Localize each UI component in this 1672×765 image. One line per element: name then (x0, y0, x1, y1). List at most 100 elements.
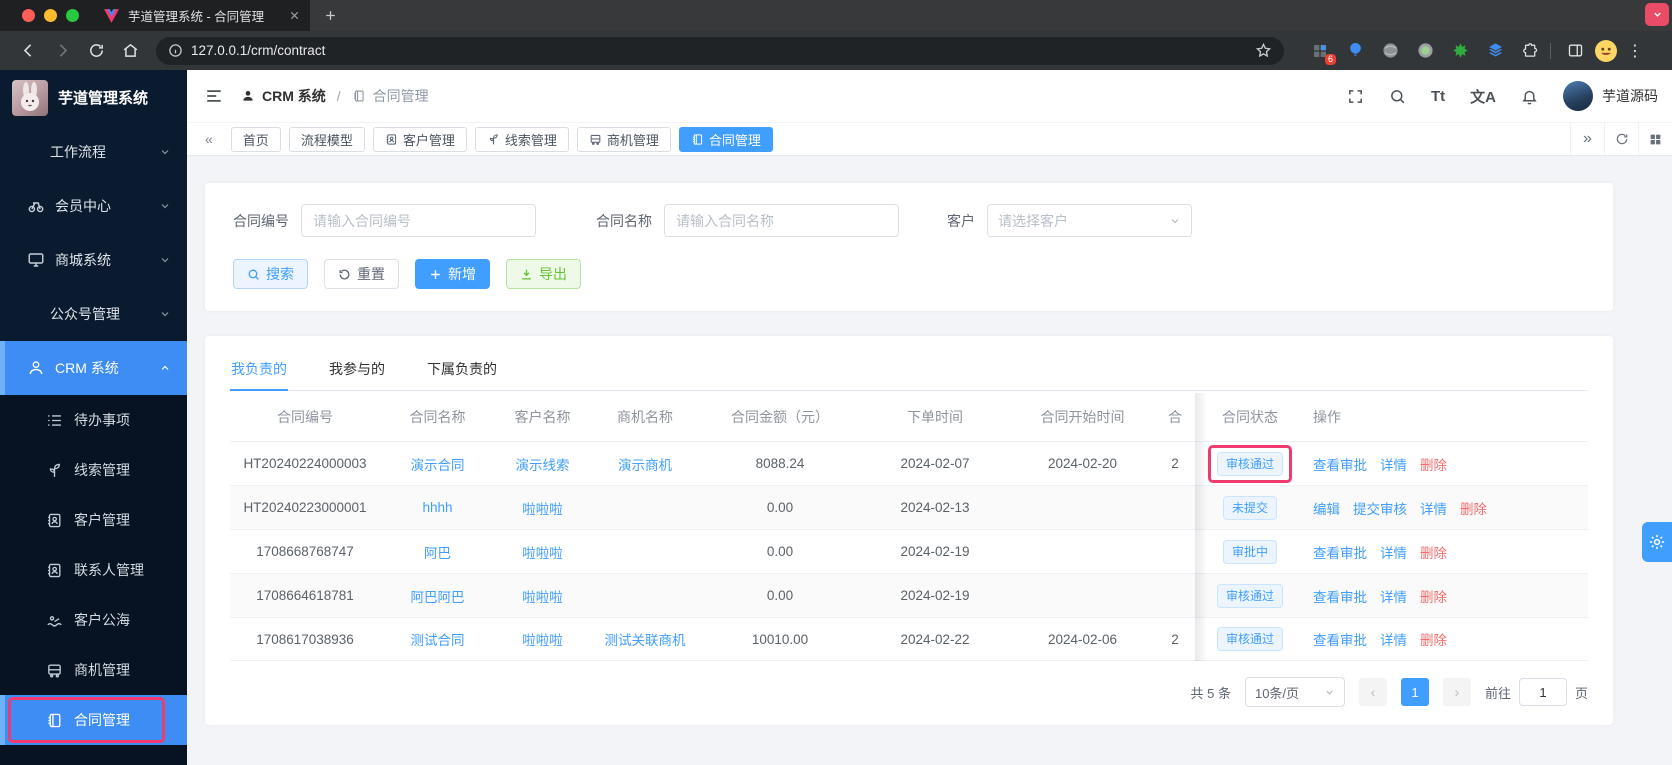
window-zoom-button[interactable] (66, 9, 79, 22)
sidebar-item-clue[interactable]: 线索管理 (0, 445, 187, 495)
business-name-link[interactable]: 测试关联商机 (590, 618, 700, 660)
tag-customer[interactable]: 客户管理 (372, 126, 467, 152)
contract-name-link[interactable]: hhhh (380, 486, 495, 529)
contract-name-link[interactable]: 阿巴 (380, 530, 495, 573)
view-approval-link[interactable]: 查看审批 (1313, 586, 1367, 606)
refresh-page-icon[interactable] (1604, 123, 1638, 155)
delete-link[interactable]: 删除 (1420, 629, 1447, 649)
reload-icon[interactable] (82, 37, 110, 65)
layout-grid-icon[interactable] (1638, 123, 1672, 155)
font-size-icon[interactable]: Tt (1431, 88, 1445, 105)
fullscreen-icon[interactable] (1347, 88, 1364, 105)
address-bar[interactable]: 127.0.0.1/crm/contract (156, 36, 1284, 65)
customer-name-link[interactable]: 演示线索 (495, 442, 590, 485)
app-logo-row[interactable]: 芋道管理系统 (0, 70, 187, 125)
detail-link[interactable]: 详情 (1380, 629, 1407, 649)
site-info-icon[interactable] (168, 43, 183, 58)
tag-process-model[interactable]: 流程模型 (288, 126, 365, 152)
window-minimize-button[interactable] (44, 9, 57, 22)
delete-link[interactable]: 删除 (1460, 498, 1487, 518)
new-tab-button[interactable] (310, 0, 351, 31)
translate-icon[interactable]: 文A (1470, 86, 1496, 107)
extension-sphere-icon[interactable] (1380, 41, 1400, 61)
sidebar-item-workflow[interactable]: 工作流程 (0, 125, 187, 179)
next-page-button[interactable]: › (1442, 678, 1471, 706)
sidebar-item-contract[interactable]: 合同管理 (0, 695, 187, 745)
tag-contract[interactable]: 合同管理 (678, 126, 773, 152)
bell-icon[interactable] (1521, 88, 1538, 105)
tag-clue[interactable]: 线索管理 (474, 126, 569, 152)
search-icon[interactable] (1389, 88, 1406, 105)
goto-page-input[interactable] (1518, 678, 1567, 706)
sidebar-item-business[interactable]: 商机管理 (0, 645, 187, 695)
extension-grid-icon[interactable]: 6 (1310, 41, 1336, 65)
prev-page-button[interactable]: ‹ (1358, 678, 1387, 706)
tags-scroll-left-icon[interactable]: « (197, 131, 221, 147)
tab-strip-chevron-button[interactable] (1645, 3, 1669, 26)
add-button[interactable]: 新增 (415, 259, 490, 289)
contract-name-link[interactable]: 阿巴阿巴 (380, 574, 495, 617)
tags-scroll-right-icon[interactable]: » (1570, 123, 1604, 155)
customer-select[interactable]: 请选择客户 (987, 204, 1192, 237)
extension-layers-icon[interactable] (1485, 41, 1505, 61)
customer-name-link[interactable]: 啦啦啦 (495, 486, 590, 529)
home-icon[interactable] (116, 37, 144, 65)
sidebar-item-member-center[interactable]: 会员中心 (0, 179, 187, 233)
bookmark-star-icon[interactable] (1255, 42, 1272, 59)
customer-name-link[interactable]: 啦啦啦 (495, 574, 590, 617)
page-size-select[interactable]: 10条/页 (1244, 677, 1345, 707)
side-panel-icon[interactable] (1561, 37, 1589, 65)
contract-name-link[interactable]: 测试合同 (380, 618, 495, 660)
sidebar-item-customer[interactable]: 客户管理 (0, 495, 187, 545)
contract-no-input[interactable] (301, 204, 536, 237)
customer-name-link[interactable]: 啦啦啦 (495, 530, 590, 573)
tag-home[interactable]: 首页 (230, 126, 281, 152)
delete-link[interactable]: 删除 (1420, 542, 1447, 562)
export-button[interactable]: 导出 (506, 259, 581, 289)
sidebar-item-crm-system[interactable]: CRM 系统 (0, 341, 187, 395)
tag-business[interactable]: 商机管理 (576, 126, 671, 152)
sidebar-item-contacts[interactable]: 联系人管理 (0, 545, 187, 595)
contract-name-input[interactable] (664, 204, 899, 237)
collapse-menu-icon[interactable] (205, 87, 223, 105)
detail-link[interactable]: 详情 (1420, 498, 1447, 518)
user-menu[interactable]: 芋道源码 (1563, 81, 1658, 111)
view-approval-link[interactable]: 查看审批 (1313, 454, 1367, 474)
sidebar-item-mall-system[interactable]: 商城系统 (0, 233, 187, 287)
customer-name-link[interactable]: 啦啦啦 (495, 618, 590, 660)
tab-my-participated[interactable]: 我参与的 (328, 350, 386, 390)
detail-link[interactable]: 详情 (1380, 586, 1407, 606)
sidebar-item-todo[interactable]: 待办事项 (0, 395, 187, 445)
search-button[interactable]: 搜索 (233, 259, 308, 289)
view-approval-link[interactable]: 查看审批 (1313, 542, 1367, 562)
browser-tab[interactable]: 芋道管理系统 - 合同管理 (0, 0, 310, 31)
breadcrumb-root[interactable]: CRM 系统 (262, 86, 326, 106)
view-approval-link[interactable]: 查看审批 (1313, 629, 1367, 649)
business-name-link[interactable]: 演示商机 (590, 442, 700, 485)
browser-profile-avatar[interactable] (1595, 39, 1617, 62)
detail-link[interactable]: 详情 (1380, 542, 1407, 562)
page-number-button[interactable]: 1 (1400, 678, 1429, 706)
back-icon[interactable] (14, 37, 42, 65)
extension-circle-icon[interactable] (1415, 41, 1435, 61)
tab-my-responsible[interactable]: 我负责的 (230, 350, 288, 391)
sidebar-item-official-account[interactable]: 公众号管理 (0, 287, 187, 341)
detail-link[interactable]: 详情 (1380, 454, 1407, 474)
window-close-button[interactable] (22, 9, 35, 22)
forward-icon[interactable] (48, 37, 76, 65)
browser-menu-icon[interactable]: ⋮ (1623, 41, 1647, 61)
extension-balloon-icon[interactable] (1345, 41, 1365, 61)
tab-close-icon[interactable] (289, 10, 300, 21)
extensions-puzzle-icon[interactable] (1520, 41, 1540, 61)
delete-link[interactable]: 删除 (1420, 454, 1447, 474)
tab-subordinate[interactable]: 下属负责的 (426, 350, 498, 390)
delete-link[interactable]: 删除 (1420, 586, 1447, 606)
reset-button[interactable]: 重置 (324, 259, 399, 289)
contract-name-link[interactable]: 演示合同 (380, 442, 495, 485)
extensions-row: 6 (1310, 41, 1540, 65)
edit-link[interactable]: 编辑 (1313, 498, 1340, 518)
submit-approval-link[interactable]: 提交审核 (1353, 498, 1407, 518)
extension-star-icon[interactable] (1450, 41, 1470, 61)
theme-settings-gear-button[interactable] (1642, 522, 1672, 562)
sidebar-item-customer-pool[interactable]: 客户公海 (0, 595, 187, 645)
